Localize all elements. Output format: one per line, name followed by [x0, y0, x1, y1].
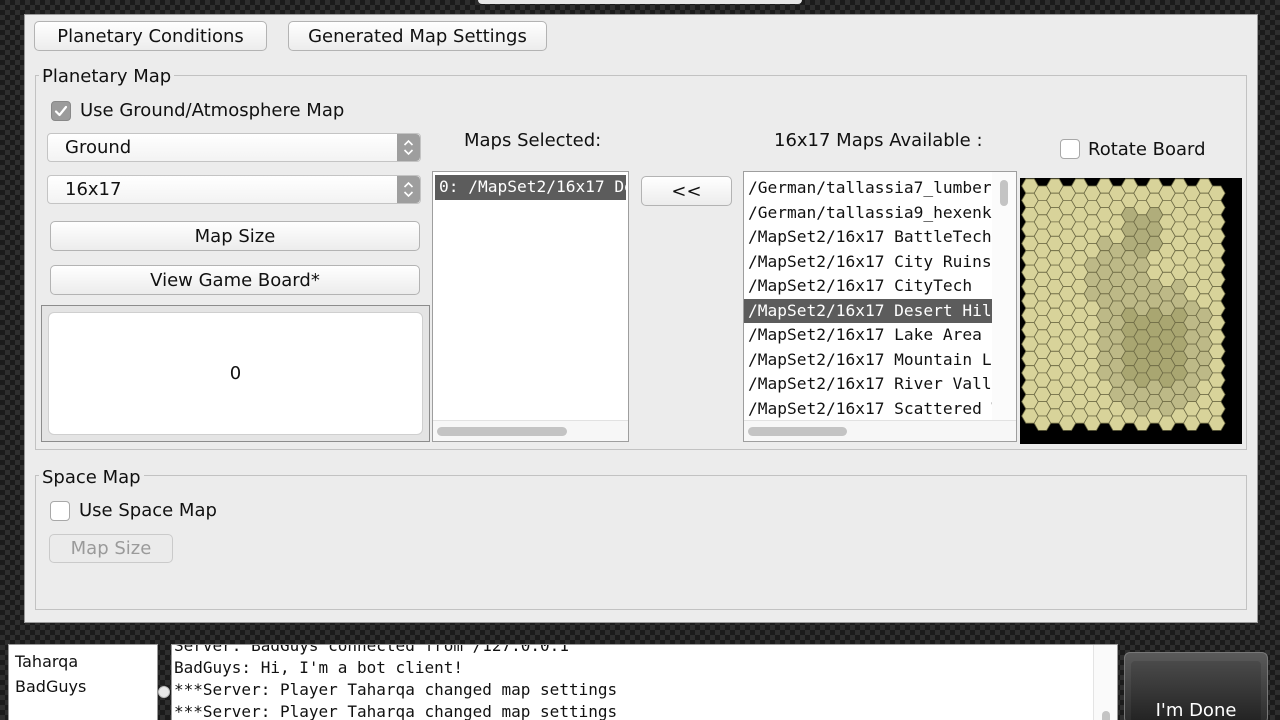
hex-cell: [1208, 185, 1226, 201]
rotate-board-label: Rotate Board: [1088, 139, 1206, 160]
hex-cell: [1208, 214, 1226, 230]
chat-line: Server: BadGuys connected from /127.0.0.…: [174, 644, 569, 655]
map-type-select[interactable]: Ground: [47, 133, 421, 162]
generated-map-settings-button[interactable]: Generated Map Settings: [288, 21, 547, 51]
horizontal-scrollbar[interactable]: [744, 420, 1016, 441]
board-preview[interactable]: [1020, 178, 1242, 444]
top-tab-edge: [478, 0, 802, 4]
maps-available-list[interactable]: /German/tallassia7_lumbercamp/German/tal…: [743, 171, 1017, 442]
use-ground-atmosphere-checkbox[interactable]: [51, 101, 71, 121]
planetary-map-title: Planetary Map: [39, 66, 175, 87]
hex-cell: [1208, 243, 1226, 259]
scrollbar-thumb[interactable]: [1000, 180, 1008, 206]
scrollbar-thumb[interactable]: [748, 427, 847, 436]
hex-cell: [1208, 415, 1226, 431]
list-item[interactable]: /MapSet2/16x17 Mountain Lake: [744, 348, 992, 373]
chat-line: ***Server: Player Taharqa changed map se…: [174, 702, 618, 720]
space-map-size-button[interactable]: Map Size: [49, 534, 173, 563]
chat-log[interactable]: Server: BadGuys connected from /127.0.0.…: [171, 644, 1118, 720]
chevron-up-down-icon: [397, 134, 420, 161]
board-size-value: 16x17: [65, 179, 122, 200]
map-settings-panel: Planetary Conditions Generated Map Setti…: [24, 14, 1258, 623]
board-size-select[interactable]: 16x17: [47, 175, 421, 204]
rotate-board-checkbox[interactable]: [1060, 139, 1080, 159]
vertical-scrollbar[interactable]: [992, 172, 1016, 420]
chat-line: BadGuys: Hi, I'm a bot client!: [174, 658, 463, 677]
list-item[interactable]: /German/tallassia7_lumbercamp: [744, 176, 992, 201]
hex-cell: [1208, 300, 1226, 316]
list-item[interactable]: /MapSet2/16x17 Desert Hills: [744, 298, 992, 323]
horizontal-scrollbar[interactable]: [433, 420, 628, 441]
chat-line: ***Server: Player Taharqa changed map se…: [174, 680, 618, 699]
done-button[interactable]: I'm Done: [1124, 652, 1268, 720]
hex-cell: [1208, 228, 1226, 244]
space-map-title: Space Map: [39, 467, 144, 488]
list-item[interactable]: /MapSet2/16x17 BattleTech: [744, 225, 992, 250]
list-item[interactable]: /MapSet2/16x17 Lake Area: [744, 323, 992, 348]
checkmark-icon: [54, 105, 68, 117]
use-ground-atmosphere-label: Use Ground/Atmosphere Map: [80, 100, 345, 121]
hex-cell: [1208, 358, 1226, 374]
hex-cell: [1208, 314, 1226, 331]
move-left-button[interactable]: <<: [641, 176, 732, 206]
list-item[interactable]: 0: /MapSet2/16x17 Desert Hills: [435, 175, 626, 200]
vertical-scrollbar[interactable]: [1093, 645, 1117, 720]
scrollbar-thumb[interactable]: [437, 427, 567, 436]
hex-cell: [1208, 329, 1226, 345]
scrollbar-thumb[interactable]: [1102, 711, 1110, 720]
board-count-frame: 0: [41, 305, 430, 442]
maps-available-label: 16x17 Maps Available :: [774, 130, 983, 151]
list-item[interactable]: /MapSet2/16x17 Scattered Woods: [744, 397, 992, 422]
player-item[interactable]: Taharqa: [15, 649, 157, 674]
view-game-board-button[interactable]: View Game Board*: [50, 265, 420, 295]
maps-selected-label: Maps Selected:: [464, 130, 602, 151]
space-map-group: [35, 475, 1247, 610]
hex-cell: [1208, 386, 1226, 403]
hex-map-preview: [1021, 178, 1226, 431]
hex-cell: [1208, 199, 1226, 216]
done-button-label: I'm Done: [1155, 700, 1237, 720]
list-item[interactable]: /MapSet2/16x17 River Valley: [744, 372, 992, 397]
hex-cell: [1208, 257, 1226, 273]
hex-cell: [1208, 401, 1226, 417]
use-space-map-checkbox[interactable]: [50, 501, 70, 521]
board-count-display[interactable]: 0: [48, 312, 423, 435]
map-type-value: Ground: [65, 137, 132, 158]
chevron-up-down-icon: [397, 176, 420, 203]
player-list[interactable]: Taharqa BadGuys: [8, 644, 158, 720]
list-item[interactable]: /MapSet2/16x17 City Ruins: [744, 250, 992, 275]
use-space-map-label: Use Space Map: [79, 500, 217, 521]
list-item[interactable]: /MapSet2/16x17 CityTech: [744, 274, 992, 299]
hex-cell: [1208, 343, 1226, 359]
list-item[interactable]: /German/tallassia9_hexenkessel: [744, 201, 992, 226]
split-pane-handle[interactable]: [158, 686, 170, 698]
hex-cell: [1208, 286, 1226, 302]
planetary-conditions-button[interactable]: Planetary Conditions: [34, 21, 267, 51]
hex-cell: [1208, 271, 1226, 287]
map-size-button[interactable]: Map Size: [50, 221, 420, 251]
maps-selected-list[interactable]: 0: /MapSet2/16x17 Desert Hills: [432, 171, 629, 442]
player-item[interactable]: BadGuys: [15, 674, 157, 699]
hex-cell: [1208, 372, 1226, 388]
